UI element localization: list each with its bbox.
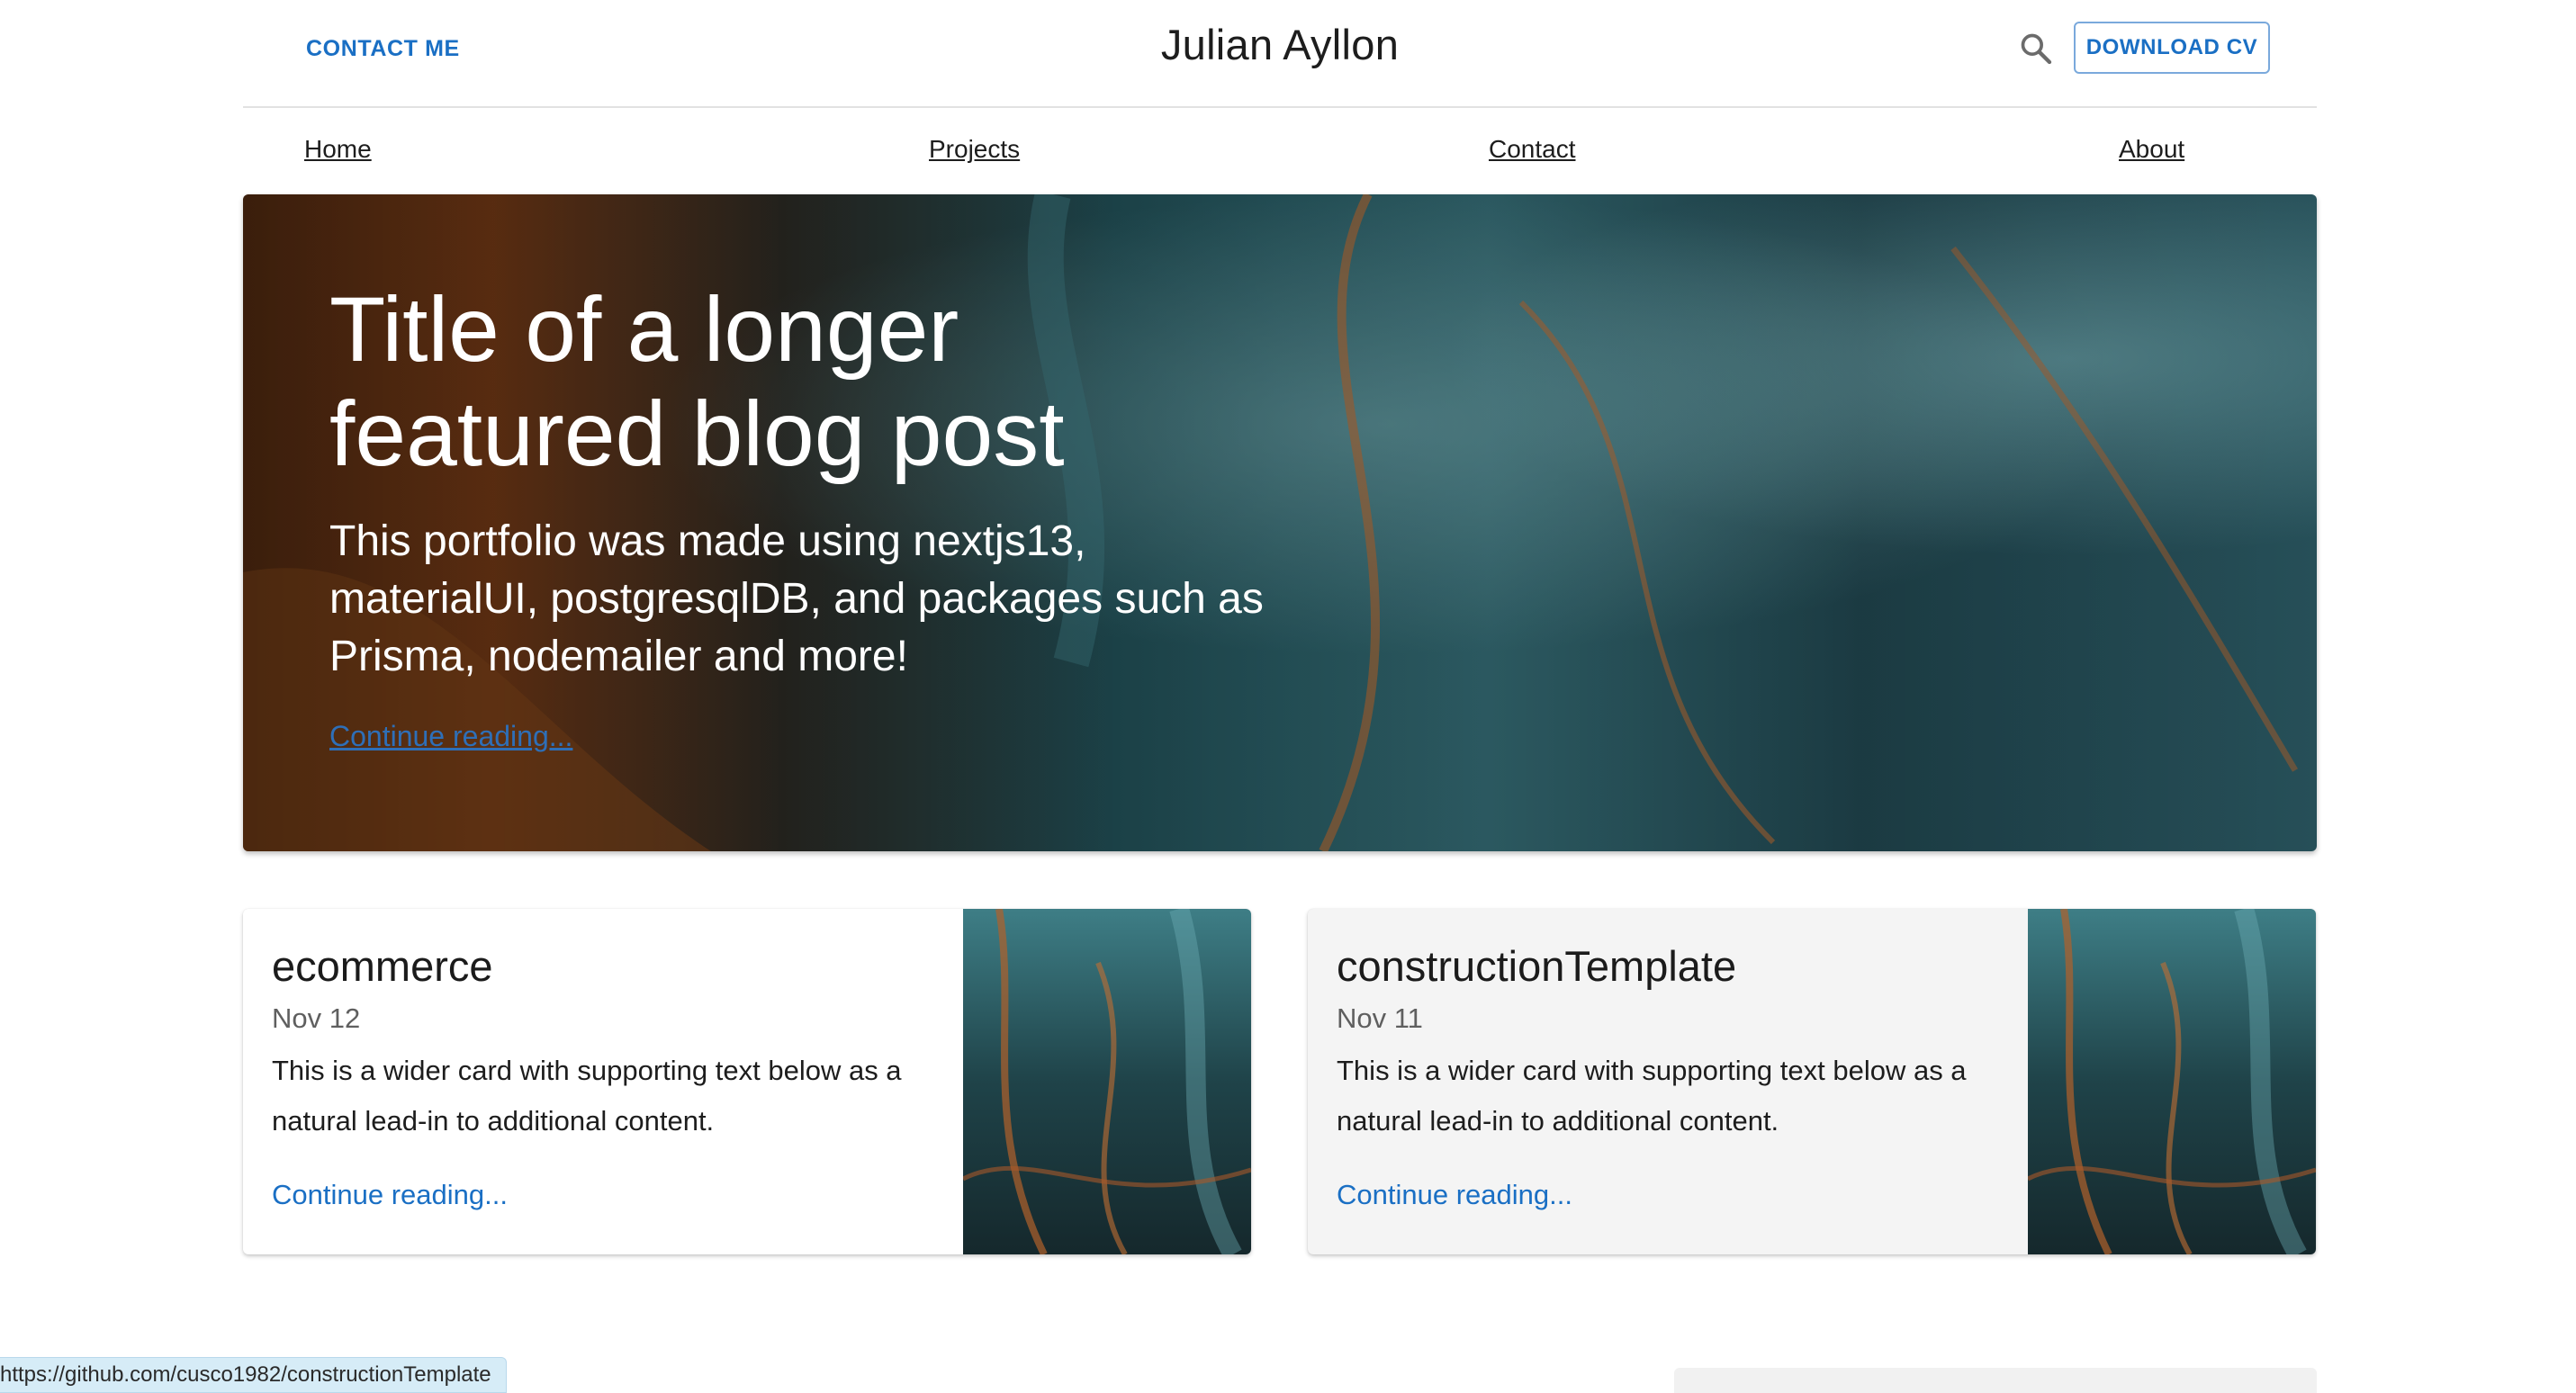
search-button[interactable] bbox=[2013, 25, 2059, 72]
card-description: This is a wider card with supporting tex… bbox=[1337, 1055, 1967, 1137]
site-title: Julian Ayllon bbox=[1160, 21, 1400, 68]
link-preview-status-bar: https://github.com/cusco1982/constructio… bbox=[0, 1357, 507, 1393]
card-date: Nov 12 bbox=[272, 1002, 361, 1034]
hero-description: This portfolio was made using nextjs13, … bbox=[329, 517, 1264, 680]
card-title: constructionTemplate bbox=[1337, 942, 1737, 990]
card-continue-reading-link[interactable]: Continue reading... bbox=[1337, 1179, 1572, 1211]
page: Contact me Julian Ayllon Download CV Hom… bbox=[0, 0, 2576, 1393]
card-body: constructionTemplate Nov 11 This is a wi… bbox=[1337, 909, 2030, 1254]
featured-post: Title of a longer featured blog post Thi… bbox=[243, 194, 2317, 851]
next-section-card bbox=[1674, 1368, 2317, 1393]
card-continue-reading-link[interactable]: Continue reading... bbox=[272, 1179, 508, 1211]
card-title: ecommerce bbox=[272, 942, 493, 990]
project-card-ecommerce[interactable]: ecommerce Nov 12 This is a wider card wi… bbox=[243, 909, 1251, 1254]
card-date: Nov 11 bbox=[1337, 1002, 1423, 1034]
card-thumbnail-image bbox=[2028, 909, 2316, 1254]
status-bar-url: https://github.com/cusco1982/constructio… bbox=[0, 1362, 491, 1387]
search-icon bbox=[2021, 33, 2052, 65]
hero-title: Title of a longer featured blog post bbox=[329, 278, 1065, 485]
card-body: ecommerce Nov 12 This is a wider card wi… bbox=[272, 909, 965, 1254]
hero-continue-reading-link[interactable]: Continue reading... bbox=[329, 720, 572, 753]
project-card-constructiontemplate[interactable]: constructionTemplate Nov 11 This is a wi… bbox=[1308, 909, 2316, 1254]
nav-link-projects[interactable]: Projects bbox=[929, 135, 1020, 164]
header: Contact me Julian Ayllon Download CV bbox=[243, 0, 2317, 108]
card-description: This is a wider card with supporting tex… bbox=[272, 1055, 902, 1137]
nav-link-home[interactable]: Home bbox=[304, 135, 372, 164]
main-nav: Home Projects Contact About bbox=[243, 106, 2317, 194]
download-cv-button[interactable]: Download CV bbox=[2074, 22, 2270, 74]
nav-link-contact[interactable]: Contact bbox=[1489, 135, 1576, 164]
card-thumbnail-image bbox=[963, 909, 1251, 1254]
nav-link-about[interactable]: About bbox=[2119, 135, 2184, 164]
